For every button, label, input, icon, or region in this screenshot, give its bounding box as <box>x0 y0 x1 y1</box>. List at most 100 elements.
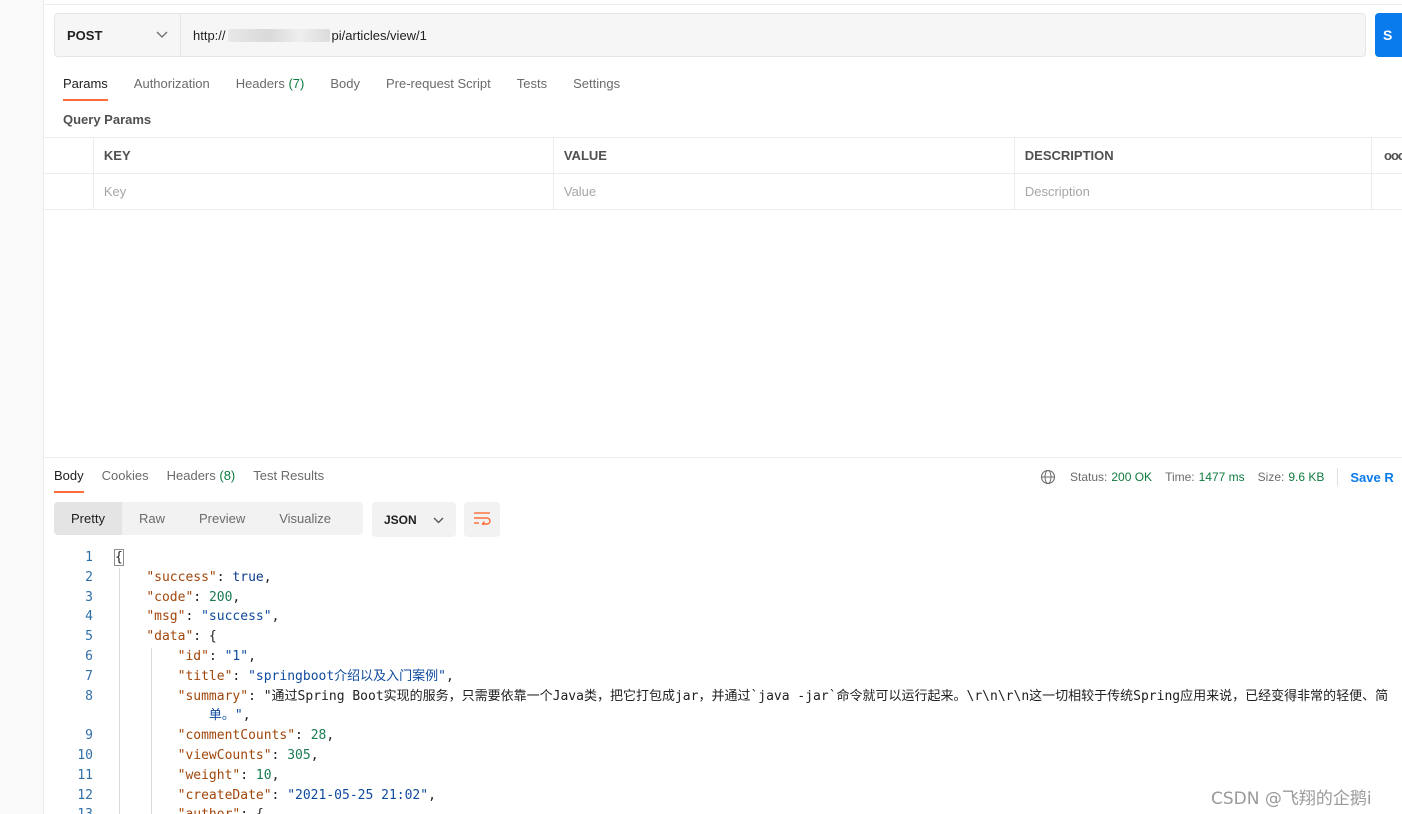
tab-label: Body <box>54 468 84 483</box>
tab-tests[interactable]: Tests <box>517 70 547 102</box>
view-mode-preview[interactable]: Preview <box>182 502 262 535</box>
code-text: "createDate": "2021-05-25 21:02", <box>177 787 436 803</box>
line-number: 8 <box>85 688 93 704</box>
line-number: 3 <box>85 589 93 605</box>
tab-label: Settings <box>573 76 621 91</box>
view-mode-raw[interactable]: Raw <box>122 502 182 535</box>
line-number: 13 <box>44 805 93 814</box>
url-prefix: http:// <box>193 27 226 43</box>
tab-label: Headers <box>166 468 216 483</box>
request-bar: POST http:// pi/articles/view/1 <box>54 13 1366 57</box>
line-number: 4 <box>85 609 93 625</box>
chevron-down-icon <box>433 513 444 527</box>
code-line: 单。", <box>44 706 1402 726</box>
indent-guide <box>151 648 152 814</box>
row-spacer <box>1372 174 1402 209</box>
code-text: "success": true, <box>146 569 272 585</box>
code-line: 9 "commentCounts": 28, <box>44 726 1402 746</box>
row-checkbox-header <box>44 138 94 173</box>
tab-strip-edge <box>44 0 1402 5</box>
indent-guide <box>119 568 120 814</box>
status-value[interactable]: 200 OK <box>1111 470 1152 484</box>
tab-label: Test Results <box>253 468 325 483</box>
response-divider[interactable] <box>44 457 1402 458</box>
code-text: 单。", <box>115 708 251 724</box>
tab-pre-request-script[interactable]: Pre-request Script <box>386 70 491 102</box>
tab-params[interactable]: Params <box>63 70 108 102</box>
tab-count-badge: (8) <box>219 468 236 483</box>
row-checkbox[interactable] <box>44 174 94 209</box>
wrap-lines-button[interactable] <box>464 502 500 537</box>
column-header-description: DESCRIPTION <box>1015 138 1372 173</box>
tab-authorization[interactable]: Authorization <box>134 70 210 102</box>
format-select[interactable]: JSON <box>372 502 456 537</box>
query-params-table: KEY VALUE DESCRIPTION ooo Key Value Desc… <box>44 137 1402 210</box>
tab-settings[interactable]: Settings <box>573 70 620 102</box>
tab-response-headers[interactable]: Headers (8) <box>167 462 236 494</box>
query-params-title: Query Params <box>63 112 152 127</box>
code-text: "summary": "通过Spring Boot实现的服务，只需要依靠一个Ja… <box>177 688 1389 704</box>
code-line: 1{ <box>44 548 1402 568</box>
code-line: 4 "msg": "success", <box>44 607 1402 627</box>
view-mode-segmented: Pretty Raw Preview Visualize <box>54 502 363 535</box>
size-label: Size: <box>1257 470 1285 484</box>
column-header-key: KEY <box>94 138 554 173</box>
key-input[interactable]: Key <box>94 174 554 209</box>
tab-headers[interactable]: Headers (7) <box>236 70 305 102</box>
code-text: "msg": "success", <box>146 609 280 625</box>
table-header-row: KEY VALUE DESCRIPTION ooo <box>44 138 1402 174</box>
line-number: 9 <box>85 728 93 744</box>
column-header-value: VALUE <box>554 138 1015 173</box>
url-input[interactable]: http:// pi/articles/view/1 <box>181 14 1365 56</box>
send-button[interactable]: S <box>1375 13 1402 57</box>
description-input[interactable]: Description <box>1015 174 1373 209</box>
tab-label: Tests <box>516 76 548 91</box>
value-input[interactable]: Value <box>554 174 1015 209</box>
status-separator <box>1337 468 1339 486</box>
code-line: 7 "title": "springboot介绍以及入门案例", <box>44 667 1402 687</box>
code-line: 5 "data": { <box>44 627 1402 647</box>
more-options-icon[interactable]: ooo <box>1372 138 1402 173</box>
code-line: 10 "viewCounts": 305, <box>44 746 1402 766</box>
time-label: Time: <box>1165 470 1195 484</box>
code-text: "code": 200, <box>146 589 241 605</box>
url-path: pi/articles/view/1 <box>331 27 427 43</box>
code-text: "id": "1", <box>177 648 256 664</box>
chevron-down-icon <box>156 28 168 42</box>
code-text: { <box>114 549 124 566</box>
response-body-viewer[interactable]: 1{2 "success": true, 3 "code": 200, 4 "msg… <box>44 548 1402 814</box>
line-number: 6 <box>85 648 93 664</box>
tab-response-cookies[interactable]: Cookies <box>102 462 149 494</box>
line-number: 12 <box>77 787 93 803</box>
left-sidebar-rail <box>0 0 44 814</box>
time-value[interactable]: 1477 ms <box>1199 470 1245 484</box>
line-number: 11 <box>77 767 93 783</box>
format-label: JSON <box>384 512 417 527</box>
view-mode-pretty[interactable]: Pretty <box>54 502 122 535</box>
tab-test-results[interactable]: Test Results <box>253 462 324 494</box>
tab-label: Pre-request Script <box>385 76 491 91</box>
save-response-button[interactable]: Save R <box>1350 470 1393 485</box>
line-number: 7 <box>85 668 93 684</box>
tab-response-body[interactable]: Body <box>54 462 84 494</box>
tab-label: Params <box>63 76 108 91</box>
tab-label: Cookies <box>101 468 149 483</box>
code-text: "weight": 10, <box>177 767 280 783</box>
tab-label: Body <box>330 76 360 91</box>
code-text: "author": { <box>115 805 264 814</box>
tab-body[interactable]: Body <box>330 70 360 102</box>
view-mode-visualize[interactable]: Visualize <box>262 502 348 535</box>
code-line: 2 "success": true, <box>44 568 1402 588</box>
code-line: 12 "createDate": "2021-05-25 21:02", <box>44 786 1402 806</box>
code-line: 13 "author": { <box>44 805 1402 814</box>
tab-label: Authorization <box>133 76 210 91</box>
request-tabs: Params Authorization Headers (7) Body Pr… <box>54 70 646 102</box>
code-line: 3 "code": 200, <box>44 588 1402 608</box>
size-value[interactable]: 9.6 KB <box>1288 470 1324 484</box>
send-button-label: S <box>1383 27 1393 43</box>
tab-count-badge: (7) <box>288 76 305 91</box>
globe-icon[interactable] <box>1040 469 1056 485</box>
wrap-lines-icon <box>473 511 491 528</box>
code-line: 8 "summary": "通过Spring Boot实现的服务，只需要依靠一个… <box>44 687 1402 707</box>
method-select[interactable]: POST <box>55 14 181 56</box>
